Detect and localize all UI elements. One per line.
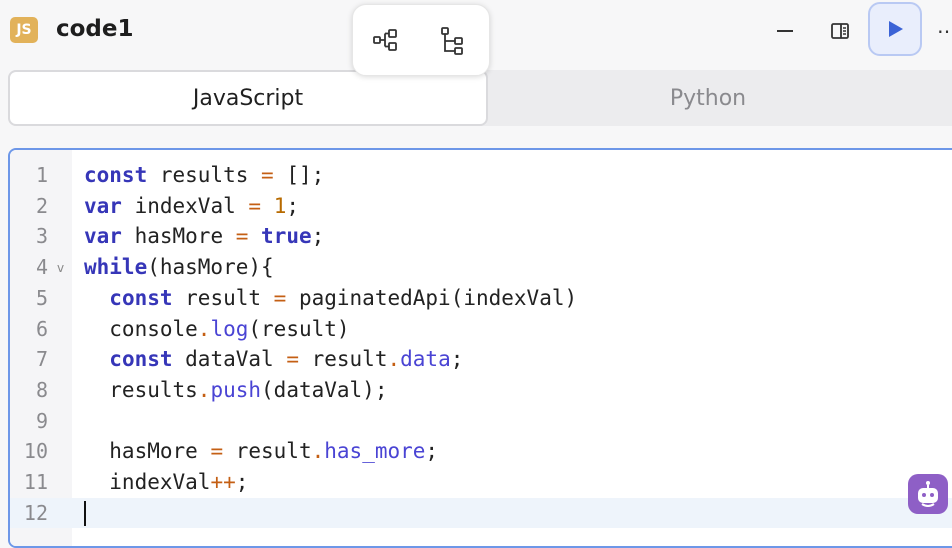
code-line[interactable]: 4 v while(hasMore){ (10, 252, 952, 283)
code-line[interactable]: 6 console.log(result) (10, 314, 952, 345)
hierarchy-tree-button[interactable] (438, 25, 468, 55)
robot-icon (918, 481, 938, 507)
code-line[interactable]: 10 hasMore = result.has_more; (10, 436, 952, 467)
panel-toggle-button[interactable] (823, 14, 857, 48)
ai-assistant-button[interactable] (908, 474, 948, 514)
js-language-badge: JS (10, 17, 38, 43)
code-line[interactable]: 7 const dataVal = result.data; (10, 344, 952, 375)
code-line-current[interactable]: 12 (10, 497, 952, 529)
line-number: 8 (35, 377, 48, 402)
code-text: var hasMore = true; (84, 224, 325, 249)
code-line[interactable]: 8 results.push(dataVal); (10, 375, 952, 406)
hierarchy-tree-icon (441, 27, 463, 55)
page-title[interactable]: code1 (56, 16, 134, 42)
code-editor[interactable]: 1 const results = []; 2 var indexVal = 1… (8, 148, 952, 548)
code-text: console.log(result) (84, 316, 350, 341)
line-number: 3 (35, 224, 48, 249)
graph-tree-button[interactable] (371, 25, 401, 55)
line-number: 5 (35, 285, 48, 310)
language-tabs: JavaScript Python (8, 70, 952, 126)
text-cursor (84, 500, 86, 526)
code-text: const result = paginatedApi(indexVal) (109, 285, 578, 310)
panel-layout-icon (831, 23, 849, 39)
line-number: 7 (35, 347, 48, 372)
line-number: 9 (35, 408, 48, 433)
code-line[interactable]: 2 var indexVal = 1; (10, 191, 952, 222)
code-text: while(hasMore){ (84, 255, 274, 280)
line-number: 4 (35, 255, 48, 280)
line-number: 12 (23, 500, 48, 525)
code-line[interactable]: 11 indexVal++; (10, 467, 952, 498)
graph-tree-icon (373, 29, 397, 51)
line-number: 2 (35, 193, 48, 218)
more-options-button[interactable]: ⋯ (932, 14, 952, 48)
play-icon (889, 21, 903, 37)
tab-python[interactable]: Python (488, 70, 928, 126)
code-line[interactable]: 5 const result = paginatedApi(indexVal) (10, 283, 952, 314)
line-number: 1 (35, 163, 48, 187)
code-line[interactable]: 1 const results = []; (10, 160, 952, 191)
more-icon: ⋯ (937, 20, 952, 43)
code-line[interactable]: 3 var hasMore = true; (10, 221, 952, 252)
tab-javascript[interactable]: JavaScript (8, 70, 488, 126)
code-text: results.push(dataVal); (84, 377, 388, 402)
line-number: 11 (23, 470, 48, 494)
code-text: hasMore = result.has_more; (84, 439, 439, 464)
floating-toolbar (352, 4, 490, 76)
code-text: const results = []; (84, 163, 325, 187)
run-button[interactable] (868, 2, 922, 56)
line-number: 10 (23, 439, 48, 464)
line-number: 6 (35, 316, 48, 341)
code-line[interactable]: 9 (10, 406, 952, 437)
code-text: indexVal++; (84, 470, 249, 494)
code-text: var indexVal = 1; (84, 193, 299, 218)
header: JS code1 ⋯ (0, 0, 952, 76)
fold-chevron-icon[interactable]: v (57, 261, 64, 275)
minimize-icon (777, 30, 793, 32)
minimize-button[interactable] (768, 14, 802, 48)
code-text: const dataVal = result.data; (109, 347, 464, 372)
